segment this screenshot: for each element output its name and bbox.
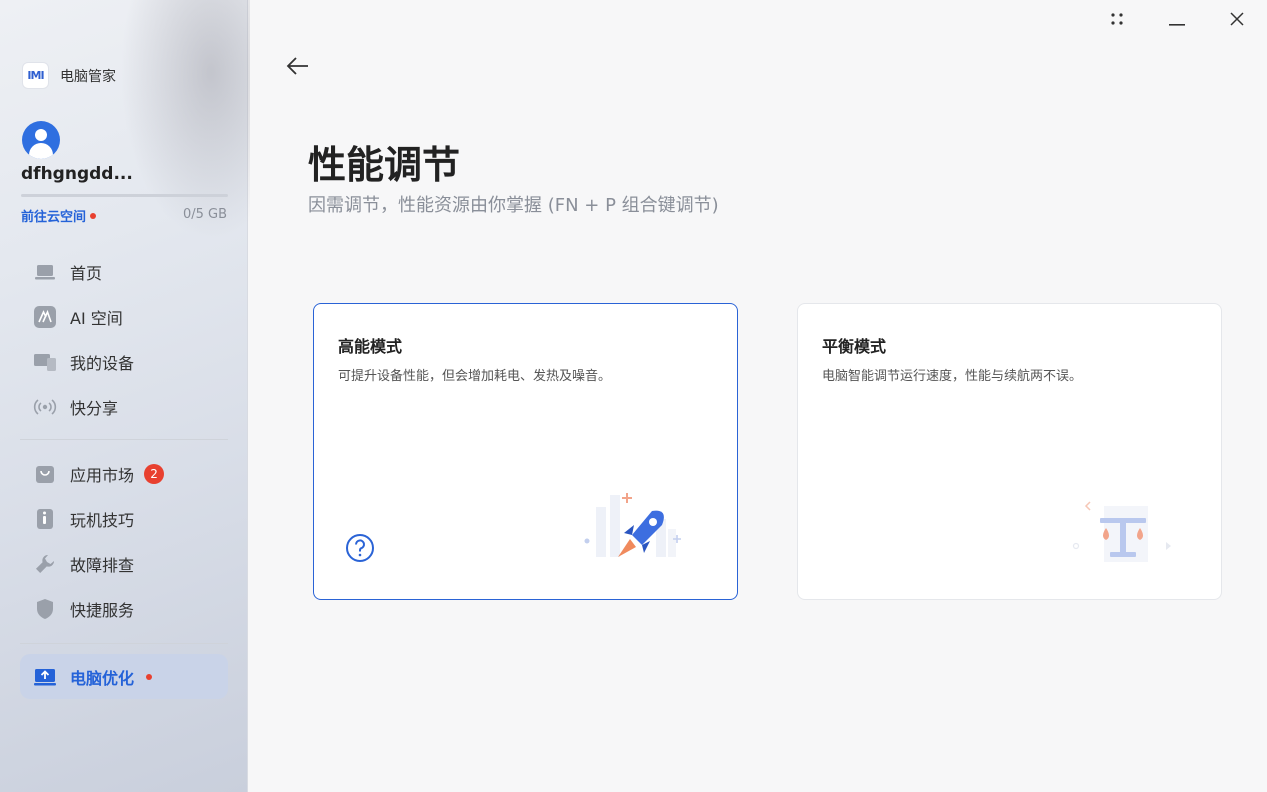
laptop-icon — [33, 260, 57, 284]
nav-group-optimize: 电脑优化 — [20, 654, 228, 699]
minimize-icon — [1169, 11, 1185, 30]
sidebar-item-tips[interactable]: 玩机技巧 — [20, 496, 228, 541]
rocket-icon — [576, 489, 688, 573]
sidebar-item-pc-optimize[interactable]: 电脑优化 — [20, 654, 228, 699]
balanced-mode-card[interactable]: 平衡模式 电脑智能调节运行速度，性能与续航两不误。 — [797, 303, 1222, 600]
card-description: 可提升设备性能，但会增加耗电、发热及噪音。 — [338, 369, 612, 384]
sidebar-item-home[interactable]: 首页 — [20, 249, 228, 294]
back-button[interactable] — [283, 54, 313, 82]
page-subtitle: 因需调节，性能资源由你掌握 (FN + P 组合键调节) — [308, 195, 719, 216]
devices-icon — [33, 350, 57, 374]
storage-progress-bar — [21, 194, 228, 197]
notification-badge: 2 — [144, 463, 165, 484]
help-icon[interactable] — [345, 533, 375, 563]
sidebar-item-label: 快捷服务 — [70, 600, 135, 620]
cloud-space-link[interactable]: 前往云空间 — [21, 206, 97, 225]
sidebar-item-my-devices[interactable]: 我的设备 — [20, 339, 228, 384]
ai-space-icon — [33, 305, 57, 329]
sidebar-item-app-market[interactable]: 应用市场 2 — [20, 451, 228, 496]
nav-group-services: 应用市场 2 玩机技巧 故障排查 快捷服务 — [20, 451, 228, 631]
sidebar-item-label: 首页 — [70, 263, 103, 283]
tips-icon — [33, 507, 57, 531]
app-brand: IMI 电脑管家 — [22, 62, 116, 89]
divider — [20, 643, 228, 644]
more-options-button[interactable] — [1087, 0, 1147, 40]
sidebar-item-label: AI 空间 — [70, 308, 123, 328]
storage-usage: 0/5 GB — [182, 207, 227, 222]
page-title: 性能调节 — [308, 143, 461, 187]
sidebar-item-label: 应用市场 — [70, 465, 135, 485]
shopping-bag-icon — [33, 462, 57, 486]
pc-optimize-icon — [33, 665, 57, 689]
sidebar-item-quick-service[interactable]: 快捷服务 — [20, 586, 228, 631]
cloud-space-label: 前往云空间 — [21, 210, 87, 225]
wrench-icon — [33, 552, 57, 576]
close-icon — [1230, 11, 1244, 30]
divider — [20, 439, 228, 440]
sidebar-item-label: 电脑优化 — [70, 668, 135, 688]
share-wave-icon — [33, 395, 57, 419]
window-controls — [1087, 0, 1267, 40]
sidebar-item-label: 故障排查 — [70, 555, 135, 575]
nav-group-main: 首页 AI 空间 我的设备 快分享 — [20, 249, 228, 429]
sidebar-item-label: 我的设备 — [70, 353, 135, 373]
card-description: 电脑智能调节运行速度，性能与续航两不误。 — [822, 369, 1083, 384]
sidebar-item-ai-space[interactable]: AI 空间 — [20, 294, 228, 339]
shield-icon — [33, 597, 57, 621]
balance-scale-icon — [1070, 494, 1180, 568]
sidebar-item-quick-share[interactable]: 快分享 — [20, 384, 228, 429]
app-logo: IMI — [22, 62, 49, 89]
avatar[interactable] — [22, 121, 60, 159]
card-title: 平衡模式 — [822, 337, 887, 356]
sidebar: IMI 电脑管家 dfhgngdd... 前往云空间 0/5 GB 首页 AI … — [0, 0, 250, 792]
performance-mode-card[interactable]: 高能模式 可提升设备性能，但会增加耗电、发热及噪音。 — [313, 303, 738, 600]
notification-dot — [90, 212, 97, 219]
sidebar-item-label: 玩机技巧 — [70, 510, 135, 530]
sidebar-item-troubleshoot[interactable]: 故障排查 — [20, 541, 228, 586]
close-button[interactable] — [1207, 0, 1267, 40]
arrow-left-icon — [286, 56, 310, 80]
minimize-button[interactable] — [1147, 0, 1207, 40]
dots-grid-icon — [1110, 11, 1124, 30]
app-name: 电脑管家 — [60, 68, 116, 85]
username[interactable]: dfhgngdd... — [21, 164, 133, 184]
sidebar-item-label: 快分享 — [70, 398, 119, 418]
card-title: 高能模式 — [338, 337, 403, 356]
notification-dot — [146, 673, 153, 680]
